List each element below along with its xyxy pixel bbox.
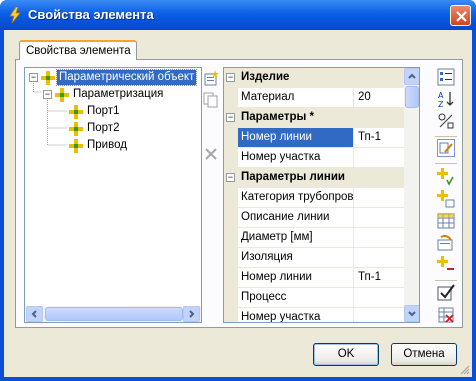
collapse-toggle[interactable]: − — [226, 73, 235, 82]
add-child-icon[interactable] — [437, 190, 455, 208]
grid-property-row[interactable]: Материал 20 — [224, 88, 404, 108]
property-name: Номер линии — [238, 128, 354, 147]
row-gutter — [224, 128, 238, 148]
property-name: Номер участка — [238, 148, 354, 167]
row-gutter — [224, 248, 238, 268]
row-gutter — [224, 288, 238, 308]
check-icon[interactable] — [437, 284, 455, 302]
arrow-down-icon — [408, 311, 416, 317]
row-gutter — [224, 228, 238, 248]
property-value[interactable] — [355, 208, 404, 227]
toggle-value-icon[interactable] — [437, 112, 455, 130]
property-value[interactable] — [355, 288, 404, 307]
scroll-thumb[interactable] — [405, 86, 419, 108]
row-gutter — [224, 188, 238, 208]
property-name: Категория трубопрово... — [238, 188, 354, 207]
tree-horizontal-scrollbar[interactable] — [25, 306, 201, 322]
collapse-toggle[interactable]: − — [226, 113, 235, 122]
delete-icon[interactable] — [202, 145, 220, 163]
lightning-icon — [9, 7, 21, 23]
arrow-right-icon — [189, 310, 195, 318]
grid-property-row[interactable]: Номер участка — [224, 308, 404, 322]
window-title: Свойства элемента — [28, 7, 154, 22]
grid-property-row[interactable]: Номер участка — [224, 148, 404, 168]
category-label: Изделие — [241, 71, 290, 83]
scroll-right-button[interactable] — [183, 306, 200, 322]
sort-az-icon[interactable]: AZ — [437, 90, 455, 108]
grid-vertical-scrollbar[interactable] — [404, 68, 419, 322]
row-gutter — [224, 148, 238, 168]
grid-property-row[interactable]: Номер линии Тп-1 — [224, 128, 404, 148]
svg-text:A: A — [438, 91, 444, 100]
toolbar-separator — [435, 280, 457, 281]
property-name: Процесс — [238, 288, 354, 307]
row-gutter — [224, 208, 238, 228]
close-icon — [456, 11, 467, 22]
collapse-toggle[interactable]: − — [226, 173, 235, 182]
property-value[interactable] — [355, 308, 404, 322]
property-name: Описание линии — [238, 208, 354, 227]
dialog-body: Свойства элемента − Параметрический объе… — [4, 30, 472, 377]
object-tree[interactable]: − Параметрический объект − Параметризаци… — [24, 67, 202, 323]
grid-category-row[interactable]: − Параметры линии — [224, 168, 404, 188]
grid-property-row[interactable]: Описание линии — [224, 208, 404, 228]
arrow-up-icon — [408, 73, 416, 79]
grid-category-row[interactable]: − Изделие — [224, 68, 404, 88]
property-grid[interactable]: − Изделие Материал 20− Параметры * Номер лини… — [223, 67, 420, 323]
grid-property-row[interactable]: Номер линии Тп-1 — [224, 268, 404, 288]
category-label: Параметры линии — [241, 171, 345, 183]
property-value[interactable] — [355, 188, 404, 207]
toolbar-separator — [435, 136, 457, 137]
title-bar[interactable]: Свойства элемента — [0, 0, 476, 30]
property-name: Номер участка — [238, 308, 354, 322]
remove-parameter-icon[interactable] — [437, 256, 455, 274]
cancel-button[interactable]: Отмена — [391, 343, 457, 366]
grid-property-row[interactable]: Диаметр [мм] — [224, 228, 404, 248]
property-value[interactable] — [355, 228, 404, 247]
property-value[interactable] — [355, 148, 404, 167]
tab-element-properties[interactable]: Свойства элемента — [19, 40, 137, 60]
arrow-left-icon — [31, 310, 37, 318]
close-button[interactable] — [450, 5, 471, 26]
category-label: Параметры * — [241, 111, 314, 123]
scroll-left-button[interactable] — [26, 306, 43, 322]
property-value[interactable]: Тп-1 — [355, 268, 404, 287]
resize-grip-icon[interactable] — [458, 363, 470, 375]
tree-lines — [33, 83, 67, 146]
property-name: Номер линии — [238, 268, 354, 287]
property-name: Диаметр [мм] — [238, 228, 354, 247]
grid-category-row[interactable]: − Параметры * — [224, 108, 404, 128]
property-name: Изоляция — [238, 248, 354, 267]
row-gutter — [224, 308, 238, 322]
ok-button[interactable]: OK — [313, 343, 379, 366]
grid-property-row[interactable]: Процесс — [224, 288, 404, 308]
grid-property-row[interactable]: Категория трубопрово... — [224, 188, 404, 208]
grid-property-row[interactable]: Изоляция — [224, 248, 404, 268]
categorized-view-icon[interactable] — [437, 68, 455, 86]
delete-table-icon[interactable] — [437, 306, 455, 324]
property-name: Материал — [238, 88, 354, 107]
scroll-up-button[interactable] — [404, 68, 419, 85]
property-value[interactable] — [355, 248, 404, 267]
copy-icon[interactable] — [202, 91, 220, 109]
table-icon[interactable] — [437, 212, 455, 230]
edit-properties-icon[interactable] — [437, 139, 455, 157]
scroll-thumb[interactable] — [45, 307, 183, 321]
svg-text:Z: Z — [438, 100, 444, 108]
tab-panel: − Параметрический объект − Параметризаци… — [15, 59, 463, 328]
property-value[interactable]: Тп-1 — [355, 128, 404, 147]
dialog-window: Свойства элемента Свойства элемента − Па… — [0, 0, 476, 381]
toolbar-separator — [435, 163, 457, 164]
row-gutter — [224, 268, 238, 288]
row-gutter — [224, 88, 238, 108]
property-value[interactable]: 20 — [355, 88, 404, 107]
add-parametric-object-icon[interactable] — [202, 69, 220, 87]
import-icon[interactable] — [437, 234, 455, 252]
add-parameter-icon[interactable] — [437, 168, 455, 186]
scroll-down-button[interactable] — [404, 305, 419, 322]
